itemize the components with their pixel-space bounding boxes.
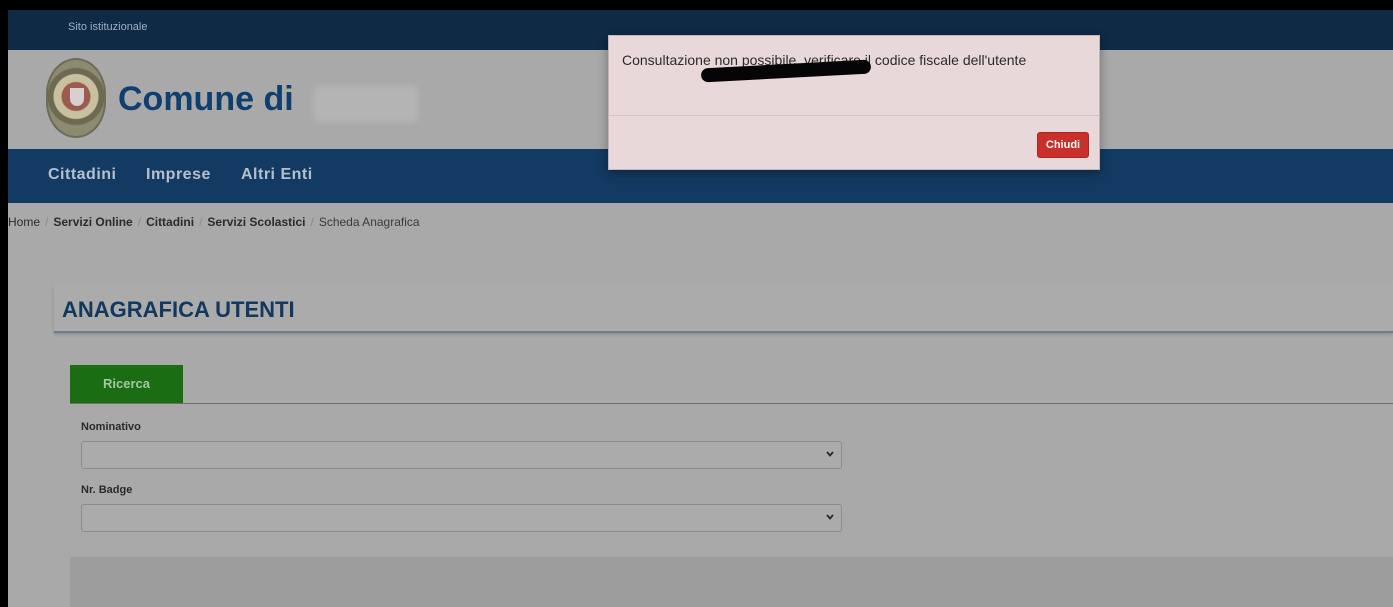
breadcrumb-servizi-scolastici[interactable]: Servizi Scolastici xyxy=(207,215,305,229)
nav-item-cittadini[interactable]: Cittadini xyxy=(48,166,117,184)
nominativo-label: Nominativo xyxy=(81,421,141,433)
nominativo-select[interactable] xyxy=(81,441,842,469)
panel-title: ANAGRAFICA UTENTI xyxy=(54,285,1393,333)
site-title[interactable]: Comune di xyxy=(118,80,294,119)
chevron-down-icon xyxy=(826,514,834,520)
breadcrumb-cittadini[interactable]: Cittadini xyxy=(146,215,194,229)
chevron-down-icon xyxy=(826,451,834,457)
breadcrumb-servizi-online[interactable]: Servizi Online xyxy=(53,215,132,229)
breadcrumb-separator: / xyxy=(199,215,203,229)
redacted-city-name xyxy=(313,86,418,122)
tab-divider xyxy=(70,403,1393,404)
coat-of-arms-logo xyxy=(46,58,106,138)
breadcrumb-current: Scheda Anagrafica xyxy=(318,215,420,229)
institutional-site-link[interactable]: Sito istituzionale xyxy=(68,21,148,33)
badge-select[interactable] xyxy=(81,504,842,532)
breadcrumb-separator: / xyxy=(310,215,314,229)
breadcrumb: Home / Servizi Online / Cittadini / Servizi Sc… xyxy=(8,215,420,229)
error-dialog: Consultazione non possibile, verificare … xyxy=(608,35,1100,170)
page-title: ANAGRAFICA UTENTI xyxy=(62,297,295,322)
dialog-divider xyxy=(609,115,1099,116)
badge-label: Nr. Badge xyxy=(81,484,133,496)
breadcrumb-separator: / xyxy=(45,215,49,229)
nav-item-imprese[interactable]: Imprese xyxy=(146,166,211,184)
form-footer-band xyxy=(70,557,1393,607)
tab-ricerca[interactable]: Ricerca xyxy=(70,365,183,403)
close-button[interactable]: Chiudi xyxy=(1037,132,1089,158)
breadcrumb-home[interactable]: Home xyxy=(8,215,40,229)
breadcrumb-separator: / xyxy=(137,215,142,229)
nav-item-altri-enti[interactable]: Altri Enti xyxy=(241,166,313,184)
